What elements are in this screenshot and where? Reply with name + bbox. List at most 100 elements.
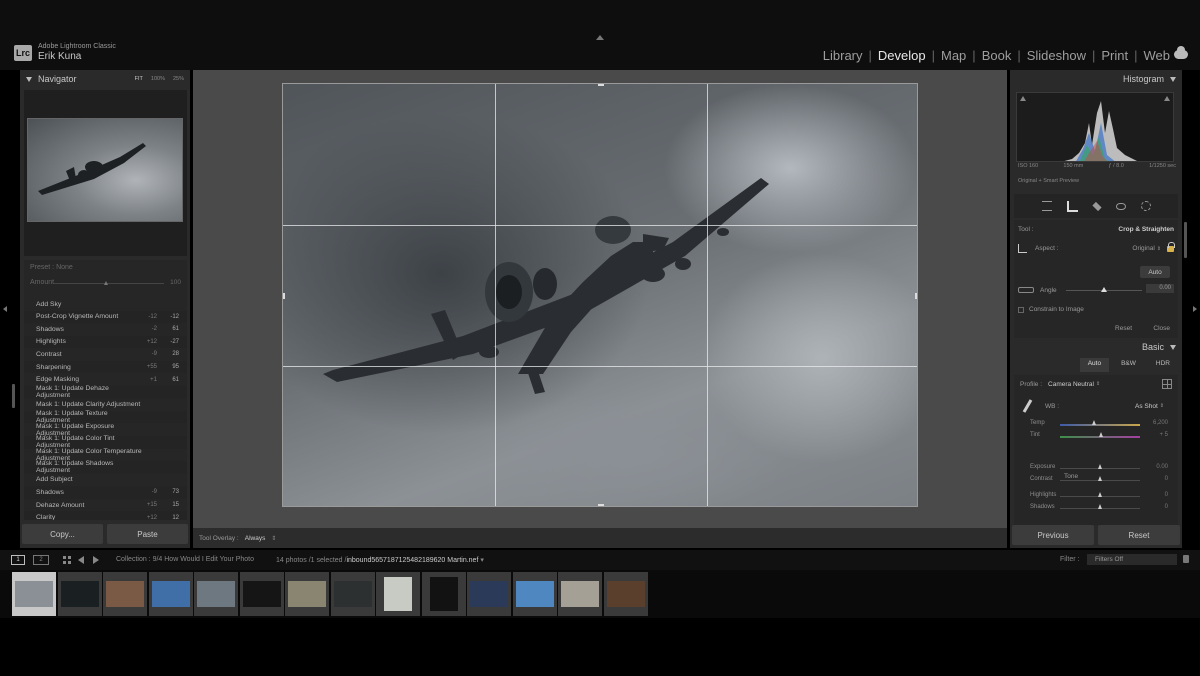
crop-frame-icon[interactable] [1018, 244, 1027, 253]
angle-slider-knob[interactable] [1101, 287, 1107, 292]
history-item[interactable]: Add Sky [24, 298, 187, 311]
slider-value[interactable]: 0 [1165, 492, 1168, 498]
basic-panel-header[interactable]: Basic [1010, 338, 1182, 356]
mask-amount-knob[interactable] [104, 281, 108, 285]
collection-source[interactable]: Collection : 9/4 How Would I Edit Your P… [116, 556, 254, 563]
primary-view-button[interactable]: 1 [11, 555, 25, 565]
history-item[interactable]: Mask 1: Update Exposure Adjustment [24, 423, 187, 437]
history-item[interactable]: Mask 1: Update Clarity Adjustment [24, 398, 187, 411]
filmstrip-thumbnail[interactable] [12, 572, 56, 616]
history-item[interactable]: Highlights +12 -27 [24, 336, 187, 349]
zoom-100[interactable]: 100% [151, 76, 165, 82]
profile-select[interactable]: Camera Neutral [1048, 381, 1094, 388]
filmstrip-thumbnail[interactable] [194, 572, 238, 616]
history-item[interactable]: Dehaze Amount +15 15 [24, 498, 187, 512]
crop-reset-button[interactable]: Reset [1115, 325, 1132, 332]
history-item[interactable]: Clarity +12 12 [24, 511, 187, 520]
mask-amount-slider[interactable] [54, 283, 164, 284]
history-item[interactable]: Sharpening +55 95 [24, 361, 187, 374]
eyedropper-icon[interactable] [1022, 399, 1033, 413]
chevron-updown-icon[interactable]: ⇕ [1157, 246, 1161, 252]
hdr-button[interactable]: HDR [1148, 358, 1178, 372]
grid-view-icon[interactable] [63, 556, 71, 564]
filmstrip-thumbnail[interactable] [330, 572, 375, 616]
history-item[interactable]: Mask 1: Update Color Temperature Adjustm… [24, 448, 187, 462]
slider-value[interactable]: 0 [1165, 476, 1168, 482]
shadow-clipping-icon[interactable] [1020, 96, 1026, 101]
slider-exposure[interactable]: Exposure 0.00 [1020, 463, 1172, 473]
profile-browser-icon[interactable] [1162, 379, 1172, 389]
chevron-down-icon[interactable]: ▾ [480, 557, 484, 564]
crop-handle-right[interactable] [915, 293, 917, 299]
auto-straighten-button[interactable]: Auto [1140, 266, 1170, 278]
slider-value[interactable]: 0.00 [1156, 464, 1168, 470]
slider-value[interactable]: + 5 [1159, 432, 1168, 438]
module-print[interactable]: Print [1099, 48, 1130, 63]
module-map[interactable]: Map [939, 48, 968, 63]
chevron-updown-icon[interactable]: ⇕ [1096, 381, 1100, 387]
module-web[interactable]: Web [1142, 48, 1173, 63]
edit-sliders-icon[interactable] [1041, 201, 1052, 211]
collapse-top-panel-icon[interactable] [596, 35, 604, 40]
history-item[interactable]: Mask 1: Update Texture Adjustment [24, 410, 187, 424]
slider-shadows[interactable]: Shadows 0 [1020, 503, 1172, 513]
slider-knob[interactable] [1097, 464, 1102, 469]
slider-highlights[interactable]: Highlights 0 [1020, 491, 1172, 501]
collapse-right-panel-icon[interactable] [1193, 306, 1197, 312]
crop-close-button[interactable]: Close [1153, 325, 1170, 332]
masking-icon[interactable] [1140, 201, 1151, 211]
disclosure-triangle-icon[interactable] [1170, 76, 1176, 82]
healing-brush-icon[interactable] [1091, 201, 1102, 211]
history-item[interactable]: Post-Crop Vignette Amount -12 -12 [24, 311, 187, 324]
main-photo[interactable] [282, 83, 918, 507]
history-item[interactable]: Add Subject [24, 473, 187, 487]
history-item[interactable]: Edge Masking +1 61 [24, 373, 187, 386]
slider-track[interactable] [1060, 424, 1140, 426]
constrain-checkbox[interactable] [1018, 306, 1024, 313]
previous-button[interactable]: Previous [1012, 525, 1094, 545]
navigator-preview[interactable] [27, 118, 183, 222]
filter-select[interactable]: Filters Off [1087, 554, 1177, 565]
straighten-tool-icon[interactable] [1018, 287, 1034, 293]
slider-value[interactable]: 0 [1165, 504, 1168, 510]
slider-knob[interactable] [1097, 492, 1102, 497]
filmstrip-thumbnail[interactable] [512, 572, 557, 616]
auto-button[interactable]: Auto [1079, 358, 1110, 372]
module-book[interactable]: Book [980, 48, 1014, 63]
slider-knob[interactable] [1097, 504, 1102, 509]
filmstrip-thumbnail[interactable] [467, 572, 511, 616]
collapse-left-panel-icon[interactable] [3, 306, 7, 312]
filmstrip-thumbnail[interactable] [376, 572, 420, 616]
zoom-fit[interactable]: FIT [135, 76, 143, 82]
disclosure-triangle-icon[interactable] [26, 76, 32, 82]
filmstrip-thumbnail[interactable] [421, 572, 466, 616]
history-item[interactable]: Mask 1: Update Dehaze Adjustment [24, 385, 187, 399]
angle-slider[interactable] [1066, 287, 1142, 292]
back-arrow-icon[interactable] [78, 556, 84, 564]
lock-icon[interactable] [1167, 241, 1175, 252]
reset-button[interactable]: Reset [1098, 525, 1180, 545]
slider-temp[interactable]: Temp 6,200 [1020, 419, 1172, 429]
slider-contrast[interactable]: Contrast 0 [1020, 475, 1172, 485]
zoom-25[interactable]: 25% [173, 76, 184, 82]
red-eye-icon[interactable] [1115, 202, 1126, 210]
forward-arrow-icon[interactable] [93, 556, 99, 564]
filmstrip-thumbnail[interactable] [103, 572, 147, 616]
filmstrip-thumbnail[interactable] [57, 572, 102, 616]
crop-icon[interactable] [1066, 200, 1078, 212]
module-library[interactable]: Library [821, 48, 865, 63]
filmstrip-thumbnail[interactable] [148, 572, 193, 616]
angle-value-field[interactable]: 0.00 [1146, 284, 1174, 293]
aspect-select[interactable]: Original [1132, 245, 1154, 252]
filmstrip-thumbnail[interactable] [603, 572, 648, 616]
history-item[interactable]: Shadows -9 73 [24, 486, 187, 499]
histogram-graph[interactable] [1016, 92, 1174, 162]
module-develop[interactable]: Develop [876, 48, 928, 63]
highlight-clipping-icon[interactable] [1164, 96, 1170, 101]
chevron-updown-icon[interactable]: ⇕ [271, 535, 276, 542]
history-item[interactable]: Shadows -2 61 [24, 323, 187, 336]
history-item[interactable]: Mask 1: Update Color Tint Adjustment [24, 435, 187, 449]
filmstrip-thumbnail[interactable] [239, 572, 284, 616]
chevron-updown-icon[interactable]: ⇕ [1160, 403, 1164, 409]
filmstrip-thumbnail[interactable] [285, 572, 329, 616]
